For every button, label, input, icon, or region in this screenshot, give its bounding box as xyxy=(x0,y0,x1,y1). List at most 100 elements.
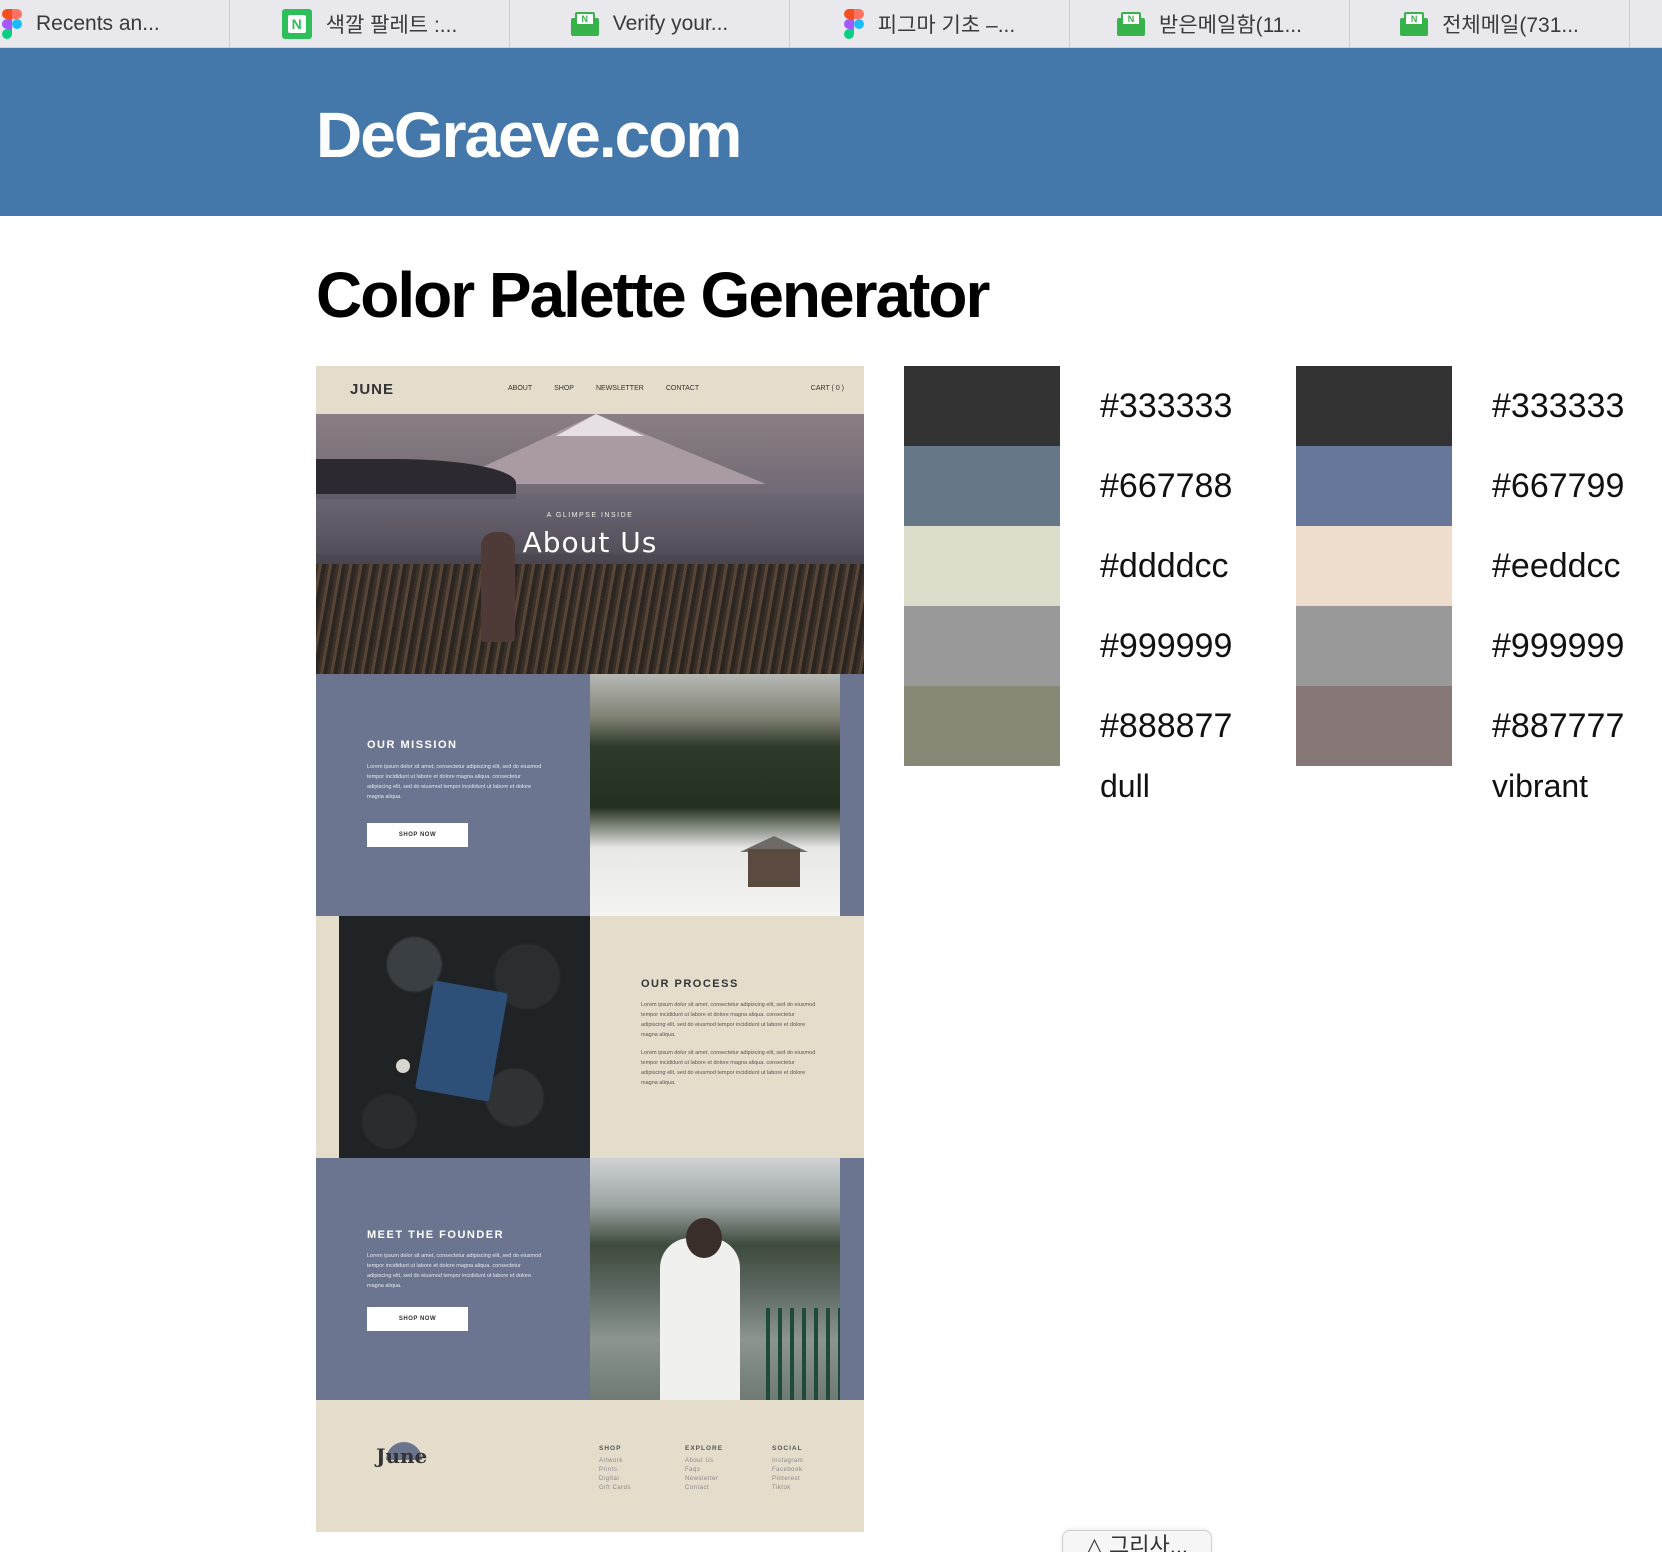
footer-link: Newsletter xyxy=(685,1476,719,1482)
mockup-footer: June SHOP Artwork Prints Digital Gift Ca… xyxy=(316,1400,864,1532)
footer-logo: June xyxy=(376,1444,428,1468)
hex-value[interactable]: #888877 xyxy=(1100,707,1232,746)
blue-strip xyxy=(840,674,864,916)
tab-color-palette[interactable]: N 색깔 팔레트 :... xyxy=(230,0,510,48)
footer-link: Instagram xyxy=(772,1458,804,1464)
footer-link: Faqs xyxy=(685,1467,701,1473)
browser-tab-bar: Recents an... N 색깔 팔레트 :... N Verify you… xyxy=(0,0,1662,48)
process-heading: OUR PROCESS xyxy=(641,978,739,990)
color-swatch[interactable] xyxy=(904,446,1060,526)
blue-strip xyxy=(840,1158,864,1400)
tab-label: 색깔 팔레트 :... xyxy=(325,14,458,37)
color-swatch[interactable] xyxy=(904,606,1060,686)
tab-figma-basics[interactable]: 피그마 기초 –... xyxy=(790,0,1070,48)
footer-link: Pinterest xyxy=(772,1476,801,1482)
tab-figma-recents[interactable]: Recents an... xyxy=(0,0,230,48)
color-swatch[interactable] xyxy=(904,686,1060,766)
figma-icon xyxy=(2,9,22,39)
snow-cap-shape xyxy=(556,414,644,436)
founder-shop-button: SHOP NOW xyxy=(367,1307,468,1331)
mockup-nav-links: ABOUT SHOP NEWSLETTER CONTACT xyxy=(508,385,699,392)
footer-link: Prints xyxy=(599,1467,618,1473)
naver-n-icon: N xyxy=(281,9,312,39)
photographer-photo xyxy=(590,1158,840,1400)
naver-mail-icon: N xyxy=(570,12,599,36)
process-body: Lorem ipsum dolor sit amet, consectetur … xyxy=(641,1002,816,1038)
page-title: Color Palette Generator xyxy=(316,259,990,331)
color-swatch[interactable] xyxy=(904,366,1060,446)
mission-shop-button: SHOP NOW xyxy=(367,823,468,847)
mockup-nav: JUNE ABOUT SHOP NEWSLETTER CONTACT CART … xyxy=(316,366,864,414)
footer-link: About Us xyxy=(685,1458,714,1464)
site-title[interactable]: DeGraeve.com xyxy=(316,98,742,172)
hex-value[interactable]: #333333 xyxy=(1100,387,1232,426)
color-swatch[interactable] xyxy=(904,526,1060,606)
color-swatch[interactable] xyxy=(1296,526,1452,606)
tab-verify[interactable]: N Verify your... xyxy=(510,0,790,48)
cabin-shape xyxy=(748,849,800,887)
tab-label: 피그마 기초 –... xyxy=(877,14,1016,37)
hero-title: About Us xyxy=(522,526,658,559)
hex-value[interactable]: #333333 xyxy=(1492,387,1624,426)
mockup-cart: CART ( 0 ) xyxy=(810,385,844,392)
footer-column: SOCIAL Instagram Facebook Pinterest Tikt… xyxy=(772,1444,803,1493)
hex-value[interactable]: #667788 xyxy=(1100,467,1232,506)
tab-inbox[interactable]: N 받은메일함(11... xyxy=(1070,0,1350,48)
notebook-shape xyxy=(415,980,508,1102)
tab-label: Verify your... xyxy=(612,12,729,35)
palette-label: dull xyxy=(1100,768,1150,804)
photographer-shape xyxy=(660,1238,740,1400)
founder-block: MEET THE FOUNDER Lorem ipsum dolor sit a… xyxy=(316,1158,590,1400)
footer-column-title: SOCIAL xyxy=(772,1445,803,1452)
color-swatch[interactable] xyxy=(1296,606,1452,686)
footer-link: Tiktok xyxy=(772,1485,791,1491)
site-header: DeGraeve.com xyxy=(0,48,1662,216)
mission-block: OUR MISSION Lorem ipsum dolor sit amet, … xyxy=(316,674,590,916)
hero-eyebrow: A GLIMPSE INSIDE xyxy=(546,512,634,519)
footer-link: Facebook xyxy=(772,1467,803,1473)
process-block: OUR PROCESS Lorem ipsum dolor sit amet, … xyxy=(590,916,864,1158)
snow-cabin-photo xyxy=(590,674,840,916)
process-body: Lorem ipsum dolor sit amet, consectetur … xyxy=(641,1050,816,1086)
hex-value[interactable]: #887777 xyxy=(1492,707,1624,746)
railing-shape xyxy=(766,1308,840,1400)
mockup-nav-link: NEWSLETTER xyxy=(595,385,644,392)
mockup-logo: JUNE xyxy=(350,381,395,398)
naver-mail-icon: N xyxy=(1400,12,1429,36)
color-swatch[interactable] xyxy=(1296,686,1452,766)
figma-icon xyxy=(843,9,864,39)
color-swatch[interactable] xyxy=(1296,366,1452,446)
tab-all-mail[interactable]: N 전체메일(731... xyxy=(1350,0,1630,48)
camera-flatlay-photo xyxy=(339,916,590,1158)
color-swatch[interactable] xyxy=(1296,446,1452,526)
founder-heading: MEET THE FOUNDER xyxy=(367,1229,505,1241)
footer-column: SHOP Artwork Prints Digital Gift Cards xyxy=(599,1444,631,1493)
founder-body: Lorem ipsum dolor sit amet, consectetur … xyxy=(367,1253,542,1289)
footer-column-title: EXPLORE xyxy=(685,1445,724,1452)
footer-link: Digital xyxy=(599,1476,620,1482)
palette-label: vibrant xyxy=(1492,768,1589,804)
hex-value[interactable]: #ddddcc xyxy=(1100,547,1229,586)
footer-link: Contact xyxy=(685,1485,710,1491)
footer-column: EXPLORE About Us Faqs Newsletter Contact xyxy=(685,1444,723,1493)
hex-value[interactable]: #999999 xyxy=(1492,627,1624,666)
photographer-head-shape xyxy=(686,1218,722,1258)
source-image: JUNE ABOUT SHOP NEWSLETTER CONTACT CART … xyxy=(316,366,864,1532)
reeds-shape xyxy=(316,564,864,674)
mockup-nav-link: CONTACT xyxy=(665,385,700,392)
mockup-nav-link: SHOP xyxy=(554,385,574,392)
floating-action-button[interactable]: △ 그리사... xyxy=(1062,1530,1212,1552)
watch-shape xyxy=(393,1056,413,1076)
hex-value[interactable]: #999999 xyxy=(1100,627,1232,666)
beige-strip xyxy=(316,916,339,1158)
tab-label: Recents an... xyxy=(36,12,160,35)
footer-column-title: SHOP xyxy=(599,1445,622,1452)
mockup-hero: A GLIMPSE INSIDE About Us xyxy=(316,414,864,674)
hex-value[interactable]: #eeddcc xyxy=(1492,547,1621,586)
mission-body: Lorem ipsum dolor sit amet, consectetur … xyxy=(367,764,542,800)
naver-mail-icon: N xyxy=(1117,12,1146,36)
mission-heading: OUR MISSION xyxy=(367,739,458,751)
tab-label: 받은메일함(11... xyxy=(1159,14,1302,37)
tab-label: 전체메일(731... xyxy=(1442,14,1579,37)
hex-value[interactable]: #667799 xyxy=(1492,467,1624,506)
